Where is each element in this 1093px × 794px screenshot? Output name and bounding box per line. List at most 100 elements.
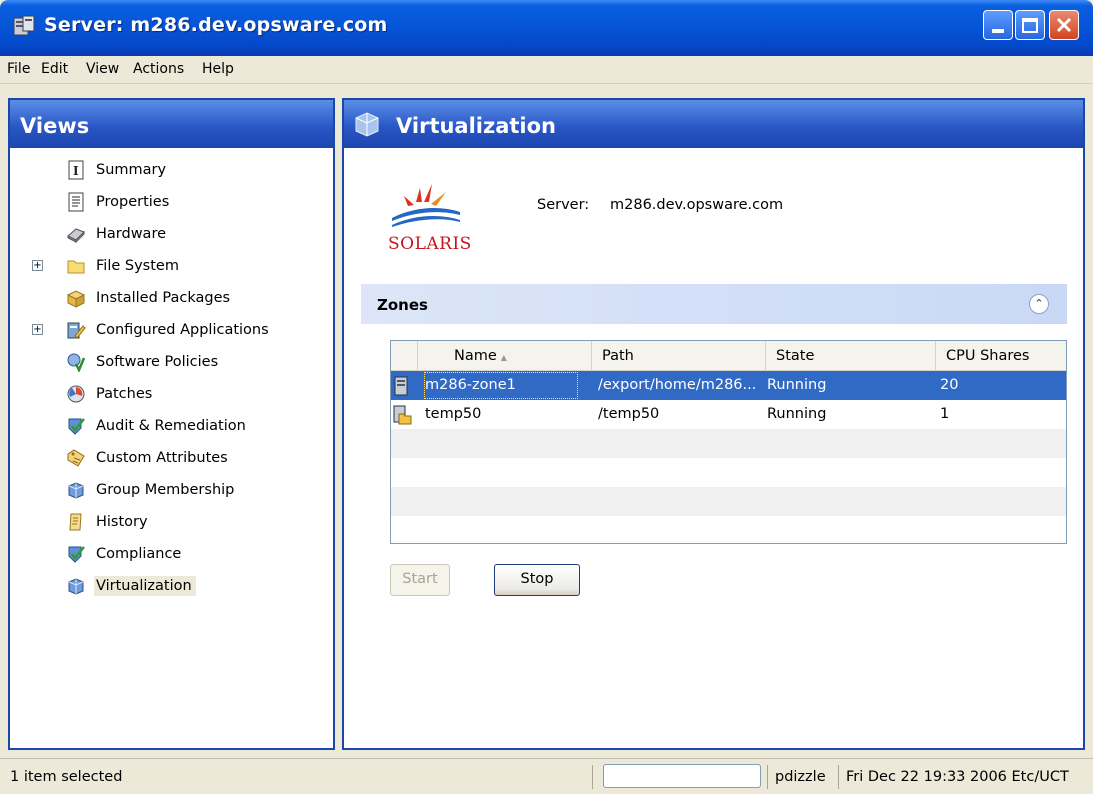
menu-view[interactable]: View <box>86 61 119 77</box>
virtualization-header: Virtualization <box>344 100 1083 148</box>
view-item-audit-remediation[interactable]: Audit & Remediation <box>10 413 330 439</box>
server-label: Server: <box>537 197 590 213</box>
view-item-custom-attributes[interactable]: Custom Attributes <box>10 445 330 471</box>
virtualization-panel: Virtualization SOLARIS Server: m286.dev.… <box>342 98 1085 750</box>
cell-cpu-shares: 1 <box>940 406 950 422</box>
server-icon <box>13 15 35 36</box>
view-item-label: Properties <box>96 194 170 210</box>
menu-help[interactable]: Help <box>202 61 234 77</box>
properties-icon <box>68 192 84 212</box>
view-item-properties[interactable]: Properties <box>10 189 330 215</box>
view-item-label: Patches <box>96 386 153 402</box>
selection-status: 1 item selected <box>10 769 123 785</box>
menu-edit[interactable]: Edit <box>41 61 68 77</box>
column-header-cpu-shares[interactable]: CPU Shares <box>935 341 1066 371</box>
progress-field <box>603 764 761 788</box>
cell-name: m286-zone1 <box>425 377 516 393</box>
view-item-virtualization[interactable]: Virtualization <box>10 573 330 599</box>
cell-state: Running <box>767 406 827 422</box>
view-item-label: Software Policies <box>96 354 219 370</box>
view-item-summary[interactable]: I Summary <box>10 157 330 183</box>
cell-path: /temp50 <box>598 406 660 422</box>
zone-folder-icon <box>393 405 412 425</box>
start-button[interactable]: Start <box>390 564 450 596</box>
view-item-patches[interactable]: Patches <box>10 381 330 407</box>
folder-icon <box>67 260 85 274</box>
solaris-logo-text: SOLARIS <box>388 234 472 254</box>
sort-ascending-icon: ▲ <box>500 353 507 362</box>
package-icon <box>66 290 86 308</box>
hardware-icon <box>67 228 85 244</box>
empty-row <box>391 487 1066 516</box>
attributes-icon <box>67 449 85 467</box>
zones-section-header: Zones ⌃ <box>361 284 1067 324</box>
column-header-name[interactable]: Name ▲ <box>417 341 591 371</box>
view-item-history[interactable]: History <box>10 509 330 535</box>
summary-icon: I <box>68 160 84 180</box>
views-header: Views <box>10 100 333 148</box>
status-divider <box>592 765 593 789</box>
close-icon <box>1056 17 1072 33</box>
cell-cpu-shares: 20 <box>940 377 959 393</box>
window-title: Server: m286.dev.opsware.com <box>44 14 388 36</box>
view-item-software-policies[interactable]: Software Policies <box>10 349 330 375</box>
virtualization-icon <box>68 578 84 595</box>
policy-icon <box>67 353 86 372</box>
virtualization-icon <box>355 112 379 137</box>
panel-title: Virtualization <box>396 114 557 138</box>
status-divider <box>838 765 839 789</box>
server-value: m286.dev.opsware.com <box>610 197 784 213</box>
views-panel: Views I Summary Properties Hardware + Fi… <box>8 98 335 750</box>
view-item-installed-packages[interactable]: Installed Packages <box>10 285 330 311</box>
view-item-label: Compliance <box>96 546 182 562</box>
view-item-label: Virtualization <box>94 576 196 596</box>
svg-text:I: I <box>73 164 79 178</box>
status-bar: 1 item selected pdizzle Fri Dec 22 19:33… <box>0 758 1093 794</box>
cell-path: /export/home/m286... <box>598 377 757 393</box>
status-divider <box>767 765 768 789</box>
cell-name: temp50 <box>425 406 482 422</box>
application-icon <box>67 322 86 339</box>
view-item-compliance[interactable]: Compliance <box>10 541 330 567</box>
view-item-label: History <box>96 514 148 530</box>
menu-file[interactable]: File <box>7 61 30 77</box>
zones-title: Zones <box>377 296 428 314</box>
view-item-file-system[interactable]: + File System <box>10 253 330 279</box>
icon-column-header[interactable] <box>391 341 417 371</box>
status-user: pdizzle <box>775 769 826 785</box>
view-item-group-membership[interactable]: Group Membership <box>10 477 330 503</box>
close-button[interactable] <box>1049 10 1079 40</box>
expand-icon[interactable]: + <box>32 260 43 271</box>
table-row[interactable]: m286-zone1 /export/home/m286... Running … <box>391 371 1066 400</box>
menu-actions[interactable]: Actions <box>133 61 184 77</box>
minimize-button[interactable] <box>983 10 1013 40</box>
maximize-button[interactable] <box>1015 10 1045 40</box>
menu-bar: File Edit View Actions Help <box>0 56 1093 84</box>
cell-state: Running <box>767 377 827 393</box>
view-item-label: Group Membership <box>96 482 235 498</box>
status-datetime: Fri Dec 22 19:33 2006 Etc/UCT <box>846 769 1069 785</box>
expand-icon[interactable]: + <box>32 324 43 335</box>
audit-icon <box>68 418 85 435</box>
view-item-label: Audit & Remediation <box>96 418 246 434</box>
view-item-label: Configured Applications <box>96 322 269 338</box>
empty-row <box>391 516 1066 543</box>
zone-icon <box>394 376 408 396</box>
column-header-path[interactable]: Path <box>591 341 765 371</box>
zones-table: Name ▲ Path State CPU Shares m286-zone1 /… <box>390 340 1067 544</box>
view-item-hardware[interactable]: Hardware <box>10 221 330 247</box>
view-item-label: Hardware <box>96 226 167 242</box>
view-item-label: Custom Attributes <box>96 450 228 466</box>
empty-row <box>391 429 1066 458</box>
view-item-configured-applications[interactable]: + Configured Applications <box>10 317 330 343</box>
column-header-state[interactable]: State <box>765 341 935 371</box>
minimize-icon <box>992 29 1004 33</box>
view-item-label: File System <box>96 258 179 274</box>
patch-icon <box>67 385 85 403</box>
collapse-icon[interactable]: ⌃ <box>1029 294 1049 314</box>
history-icon <box>69 513 82 531</box>
table-row[interactable]: temp50 /temp50 Running 1 <box>391 400 1066 429</box>
maximize-icon <box>1022 17 1038 33</box>
title-bar[interactable]: Server: m286.dev.opsware.com <box>0 0 1093 56</box>
stop-button[interactable]: Stop <box>494 564 580 596</box>
